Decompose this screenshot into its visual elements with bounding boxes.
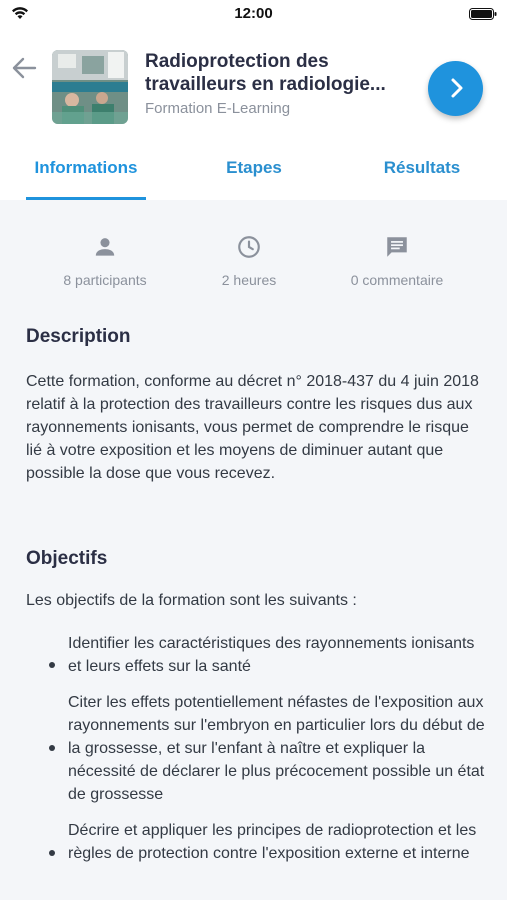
comment-icon: [387, 237, 407, 257]
participants-count: 8 participants: [63, 272, 147, 288]
battery-icon: [469, 8, 497, 20]
course-title: Radioprotection des travailleurs en radi…: [145, 51, 386, 95]
clock-icon: [238, 236, 260, 258]
start-course-button[interactable]: [428, 61, 483, 116]
description-heading: Description: [26, 326, 131, 347]
back-arrow-icon[interactable]: [10, 54, 38, 82]
chevron-right-icon: [451, 78, 463, 98]
comments-count: 0 commentaire: [350, 272, 444, 288]
objectives-intro: Les objectifs de la formation sont les s…: [26, 592, 357, 609]
course-header: Radioprotection des travailleurs en radi…: [0, 30, 507, 148]
bullet-dot: [49, 745, 55, 751]
course-type: Formation E-Learning: [145, 100, 291, 117]
tab-informations[interactable]: Informations: [26, 158, 146, 178]
duration-stat: 2 heures: [169, 234, 329, 288]
status-time: 12:00: [234, 5, 273, 22]
info-panel: 8 participants 2 heures 0 commentaire De…: [0, 200, 507, 900]
bullet-dot: [49, 662, 55, 668]
course-thumbnail: [52, 50, 128, 124]
participants-stat: 8 participants: [25, 234, 185, 288]
tab-etapes[interactable]: Etapes: [194, 158, 314, 178]
list-item: Décrire et appliquer les principes de ra…: [26, 819, 486, 865]
tab-resultats[interactable]: Résultats: [362, 158, 482, 178]
list-item: Citer les effets potentiellement néfaste…: [26, 691, 486, 806]
tab-bar: Informations Etapes Résultats: [0, 148, 507, 200]
person-icon: [95, 238, 115, 256]
status-bar: 12:00: [0, 0, 507, 30]
description-text: Cette formation, conforme au décret n° 2…: [26, 373, 479, 482]
duration-value: 2 heures: [221, 272, 277, 288]
comments-stat: 0 commentaire: [317, 234, 477, 288]
objectives-list: Identifier les caractéristiques des rayo…: [26, 632, 486, 878]
objectives-heading: Objectifs: [26, 548, 108, 569]
bullet-dot: [49, 850, 55, 856]
list-item: Identifier les caractéristiques des rayo…: [26, 632, 486, 678]
